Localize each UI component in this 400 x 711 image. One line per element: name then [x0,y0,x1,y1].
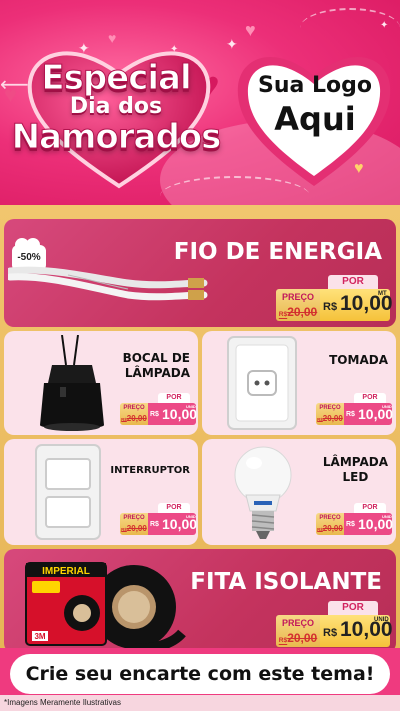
price-tag: POR PREÇO R$20,00 R$ 10,00 UNID [118,503,198,539]
preco-label: PREÇO [281,292,314,302]
preco-label: PREÇO [319,515,341,521]
product-name: LÂMPADA LED [322,455,388,484]
logo-line-2: Aqui [274,100,356,138]
por-label: POR [328,275,378,289]
svg-text:3M: 3M [34,632,45,641]
product-card-tomada: TOMADA POR PREÇO R$20,00 R$ 10,00 UNID [202,331,396,435]
old-price-box: PREÇO R$20,00 [120,513,148,535]
outlet-image [227,336,297,430]
price-unit: UNID [374,617,389,623]
por-label: POR [158,503,190,513]
product-name: BOCAL DE LÂMPADA [122,351,190,380]
old-price-box: PREÇO R$20,00 [316,403,344,425]
cta-button[interactable]: Crie seu encarte com este tema! [10,654,390,694]
product-card-fita-isolante: IMPERIAL 3M FITA ISOLANTE POR PREÇO R$20… [4,549,396,653]
price-tag: POR PREÇO R$20,00 R$ 10,00 UNID [314,503,394,539]
preco-label: PREÇO [281,618,314,628]
socket-image [40,335,104,431]
event-title: Especial Dia dos Namorados [6,58,226,157]
price-currency: R$ [150,411,159,418]
old-price-box: PREÇO R$20,00 [276,289,320,321]
price-box: R$ 10,00 UNID [148,403,197,425]
price-tag: POR PREÇO R$20,00 R$ 10,00 UNID [276,601,394,649]
por-label: POR [354,393,386,403]
price-currency: R$ [323,627,338,639]
product-card-bocal: BOCAL DE LÂMPADA POR PREÇO R$20,00 R$ 10… [4,331,198,435]
price-box: R$ 10,00 UNID [148,513,197,535]
preco-label: PREÇO [319,405,341,411]
por-label: POR [158,393,190,403]
old-price: R$20,00 [278,305,318,319]
header-banner: ♥ ♥ ♥ ♥ ♥ ♥ ✦ ✦ ✦ ✦ ⟵ Especial Dia dos N… [0,0,400,205]
product-name: TOMADA [329,353,388,367]
product-name: FIO DE ENERGIA [173,239,382,265]
footnote: *Imagens Meramente Ilustrativas [4,698,121,707]
bulb-image [234,446,292,539]
svg-text:IMPERIAL: IMPERIAL [42,566,90,577]
old-price: R$20,00 [121,414,147,423]
product-card-interruptor: INTERRUPTOR POR PREÇO R$20,00 R$ 10,00 U… [4,439,198,545]
title-especial: Especial [41,58,192,98]
preco-label: PREÇO [123,515,145,521]
old-price-box: PREÇO R$20,00 [276,615,320,647]
price-currency: R$ [346,411,355,418]
preco-label: PREÇO [123,405,145,411]
title-dia-dos: Dia dos [69,94,163,119]
por-label: POR [354,503,386,513]
price-tag: POR PREÇO R$20,00 R$ 10,00 UNID [118,393,198,429]
old-price: R$20,00 [278,631,318,645]
price-currency: R$ [323,301,338,313]
old-price: R$20,00 [121,524,147,533]
price-unit: UNID [382,404,392,409]
price-currency: R$ [346,521,355,528]
price-tag: POR PREÇO R$20,00 R$ 10,00 MT [276,275,394,323]
old-price-box: PREÇO R$20,00 [120,403,148,425]
old-price: R$20,00 [317,524,343,533]
switch-image [35,444,101,540]
price-box: R$ 10,00 MT [320,289,393,321]
price-box: R$ 10,00 UNID [344,513,393,535]
price-tag: POR PREÇO R$20,00 R$ 10,00 UNID [314,393,394,429]
price-unit: UNID [382,514,392,519]
logo-placeholder: Sua Logo Aqui [240,72,390,138]
price-unit: MT [378,291,387,297]
old-price: R$20,00 [317,414,343,423]
price-currency: R$ [150,521,159,528]
heart-icon: ♥ [245,20,256,40]
price-unit: UNID [186,404,196,409]
product-card-fio-de-energia: -50% FIO DE ENERGIA POR PREÇO R$20,00 R$… [4,219,396,327]
product-name: INTERRUPTOR [110,465,190,476]
logo-line-1: Sua Logo [257,73,372,98]
old-price-box: PREÇO R$20,00 [316,513,344,535]
price-unit: UNID [186,514,196,519]
price-box: R$ 10,00 UNID [320,615,393,647]
product-card-lampada-led: LÂMPADA LED POR PREÇO R$20,00 R$ 10,00 U… [202,439,396,545]
price-box: R$ 10,00 UNID [344,403,393,425]
tape-image: IMPERIAL 3M [25,562,186,651]
por-label: POR [328,601,378,615]
product-name: FITA ISOLANTE [190,569,382,595]
products-area: -50% FIO DE ENERGIA POR PREÇO R$20,00 R$… [0,205,400,655]
title-namorados: Namorados [11,117,222,157]
